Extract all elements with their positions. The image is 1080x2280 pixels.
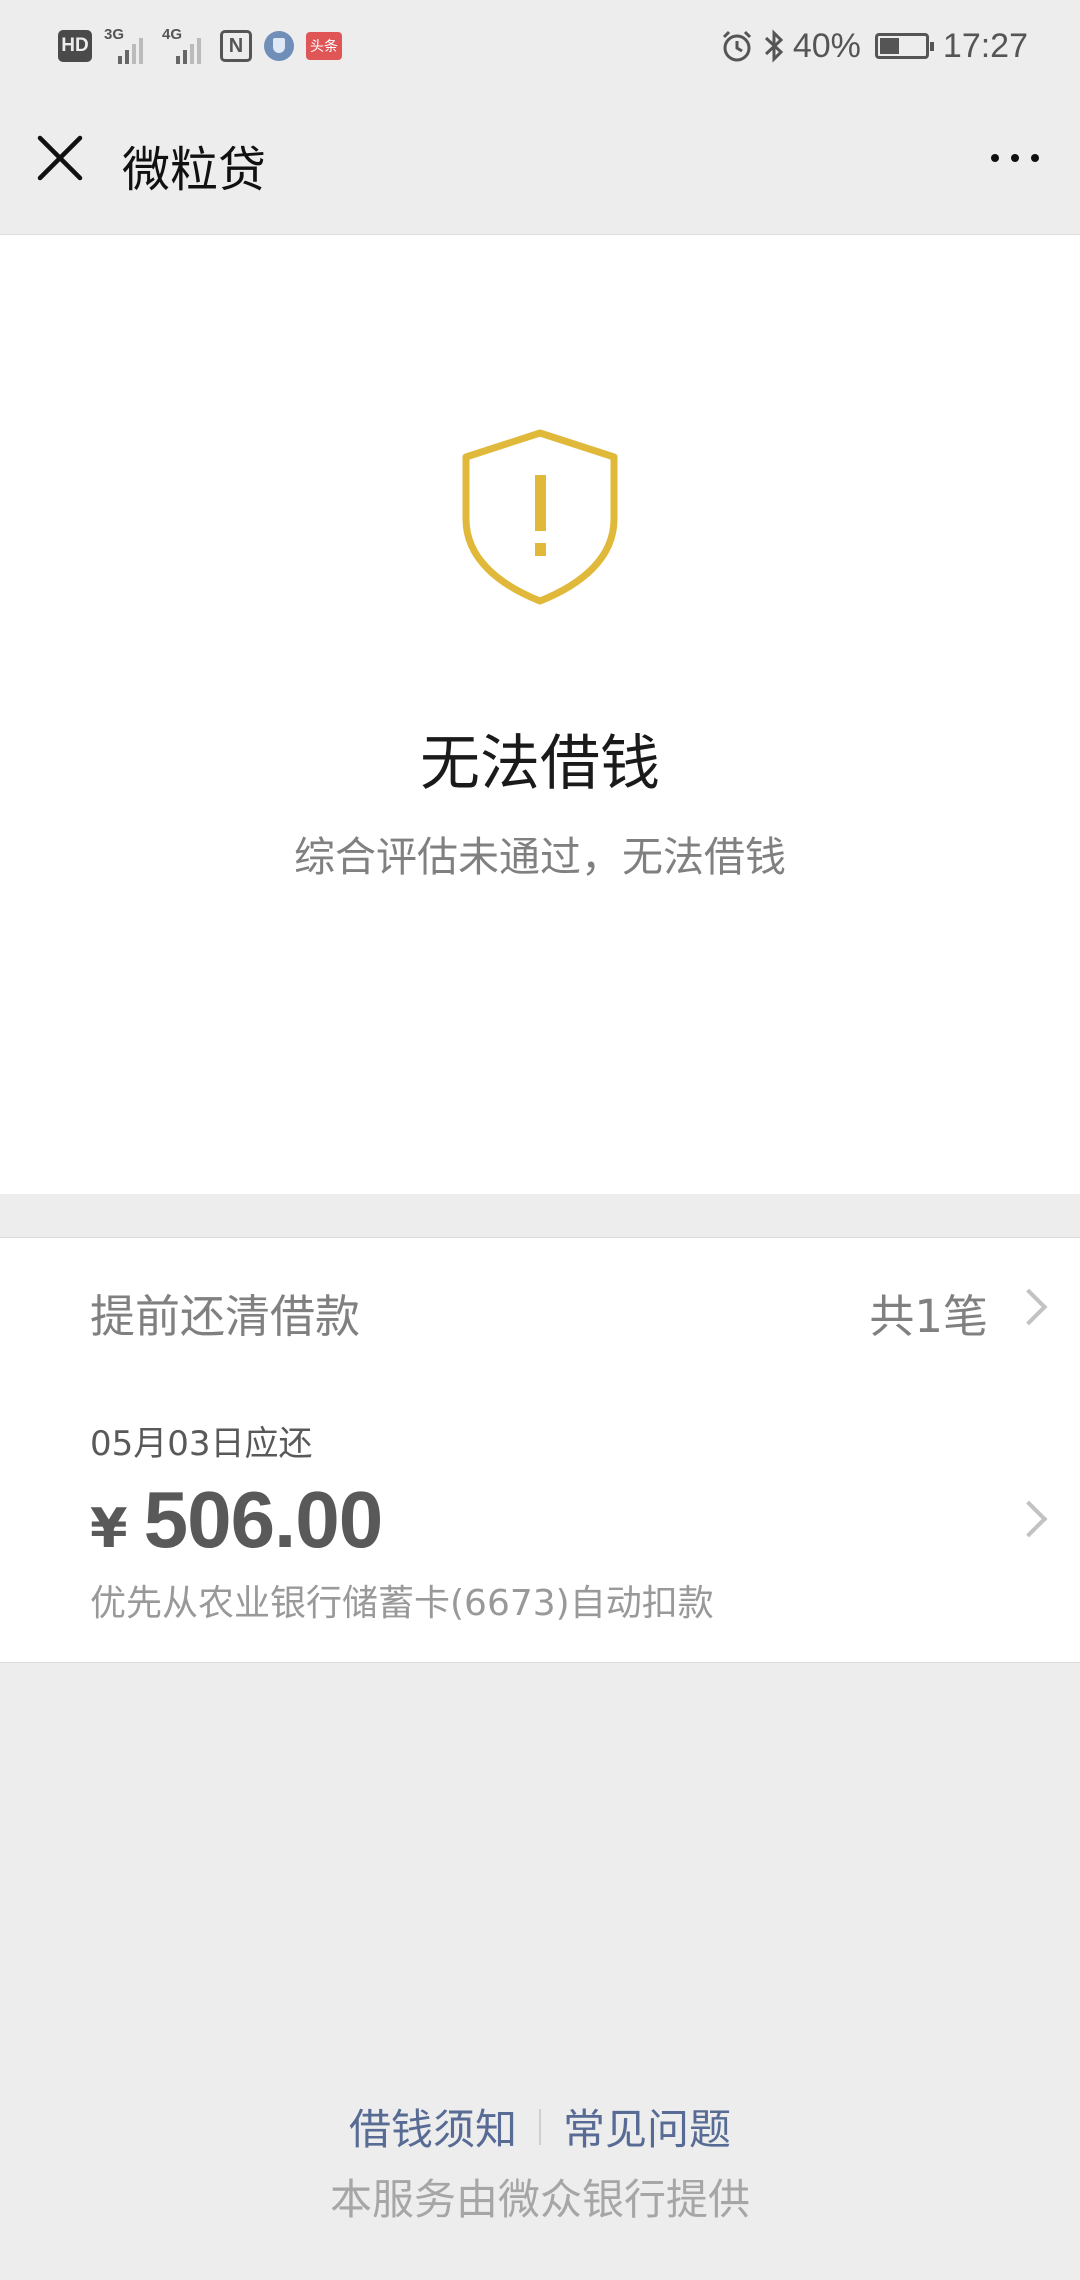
- chevron-right-icon: [1010, 1288, 1048, 1326]
- loan-notice-link[interactable]: 借钱须知: [349, 2096, 517, 2157]
- result-title: 无法借钱: [420, 729, 660, 799]
- page-title: 微粒贷: [122, 142, 267, 198]
- toutiao-app-icon: 头条: [306, 32, 342, 60]
- early-repay-label: 提前还清借款: [90, 1290, 361, 1343]
- battery-icon: [874, 33, 934, 59]
- faq-link[interactable]: 常见问题: [563, 2096, 731, 2157]
- footer-links: 借钱须知 常见问题: [0, 2096, 1080, 2157]
- battery-percent: 40%: [792, 26, 861, 65]
- chevron-right-icon: [1010, 1500, 1048, 1538]
- result-card: 无法借钱 综合评估未通过，无法借钱: [0, 235, 1080, 1194]
- close-button[interactable]: [34, 132, 86, 184]
- result-description: 综合评估未通过，无法借钱: [294, 833, 786, 881]
- security-app-icon: [264, 31, 294, 61]
- bluetooth-icon: [764, 29, 784, 63]
- early-repay-row[interactable]: 提前还清借款 共1笔: [0, 1237, 1080, 1377]
- loan-count: 共1笔: [869, 1290, 988, 1343]
- signal-bars: [176, 38, 201, 64]
- bill-row[interactable]: 05月03日应还 ¥ 506.00 优先从农业银行储蓄卡(6673)自动扣款: [0, 1376, 1080, 1663]
- warning-shield-icon: [462, 429, 618, 605]
- footer-divider: [539, 2108, 541, 2145]
- service-provider-text: 本服务由微众银行提供: [329, 2175, 750, 2224]
- signal-3g-icon: 3G: [104, 26, 150, 66]
- more-dot-icon: [991, 154, 999, 162]
- close-icon: [37, 135, 83, 181]
- hd-icon: HD: [58, 30, 92, 62]
- auto-debit-note: 优先从农业银行储蓄卡(6673)自动扣款: [90, 1583, 714, 1624]
- status-right: 40% 17:27: [719, 22, 1028, 70]
- alarm-icon: [722, 30, 751, 62]
- more-dot-icon: [1011, 154, 1019, 162]
- currency-symbol: ¥: [90, 1497, 128, 1560]
- clock: 17:27: [942, 26, 1028, 65]
- status-left: HD 3G 4G N 头条: [58, 22, 342, 70]
- nfc-icon: N: [220, 30, 252, 62]
- status-bar: HD 3G 4G N 头条 40% 17:27: [0, 0, 1080, 92]
- bill-amount: ¥ 506.00: [90, 1474, 384, 1566]
- signal-bars: [118, 38, 143, 64]
- signal-4g-icon: 4G: [162, 26, 208, 66]
- more-options-button[interactable]: [980, 136, 1050, 180]
- more-dot-icon: [1031, 154, 1039, 162]
- amount-value: 506.00: [143, 1475, 384, 1564]
- nav-bar: 微粒贷: [0, 92, 1080, 235]
- bill-due-date: 05月03日应还: [90, 1424, 313, 1464]
